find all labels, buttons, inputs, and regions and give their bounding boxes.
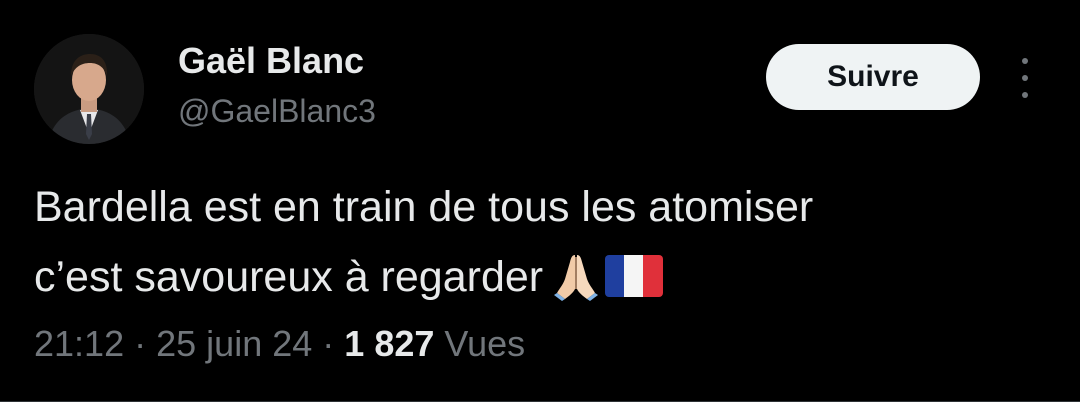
follow-button-label: Suivre	[827, 60, 919, 93]
vertical-dots-icon	[1022, 92, 1028, 98]
author-avatar[interactable]	[34, 34, 144, 144]
vertical-dots-icon	[1022, 58, 1028, 64]
tweet-date[interactable]: 25 juin 24	[156, 323, 312, 364]
author-handle[interactable]: @GaelBlanc3	[178, 90, 376, 132]
author-name[interactable]: Gaël Blanc	[178, 39, 364, 83]
tweet-text: Bardella est en train de tous les atomis…	[34, 172, 1044, 312]
tweet-text-line: Bardella est en train de tous les atomis…	[34, 172, 1044, 242]
tweet-card: Gaël Blanc @GaelBlanc3 Suivre Bardella e…	[0, 0, 1080, 402]
meta-separator: ·	[134, 323, 147, 364]
tweet-text-line-2: c’est savoureux à regarder	[34, 253, 544, 301]
tweet-meta: 21:12 · 25 juin 24 · 1 827 Vues	[34, 322, 525, 366]
person-in-suit-avatar-icon	[34, 34, 144, 144]
follow-button[interactable]: Suivre	[766, 44, 980, 110]
tweet-text-line-1: Bardella est en train de tous les atomis…	[34, 183, 814, 231]
tweet-text-line: c’est savoureux à regarder	[34, 242, 1044, 312]
france-flag-emoji-icon	[605, 254, 664, 297]
views-count: 1 827	[344, 323, 435, 364]
vertical-dots-icon	[1022, 75, 1028, 81]
meta-separator: ·	[322, 323, 335, 364]
folded-hands-emoji-icon	[553, 251, 599, 301]
views-label: Vues	[444, 323, 526, 364]
more-options-button[interactable]	[1010, 58, 1040, 98]
tweet-time[interactable]: 21:12	[34, 323, 124, 364]
